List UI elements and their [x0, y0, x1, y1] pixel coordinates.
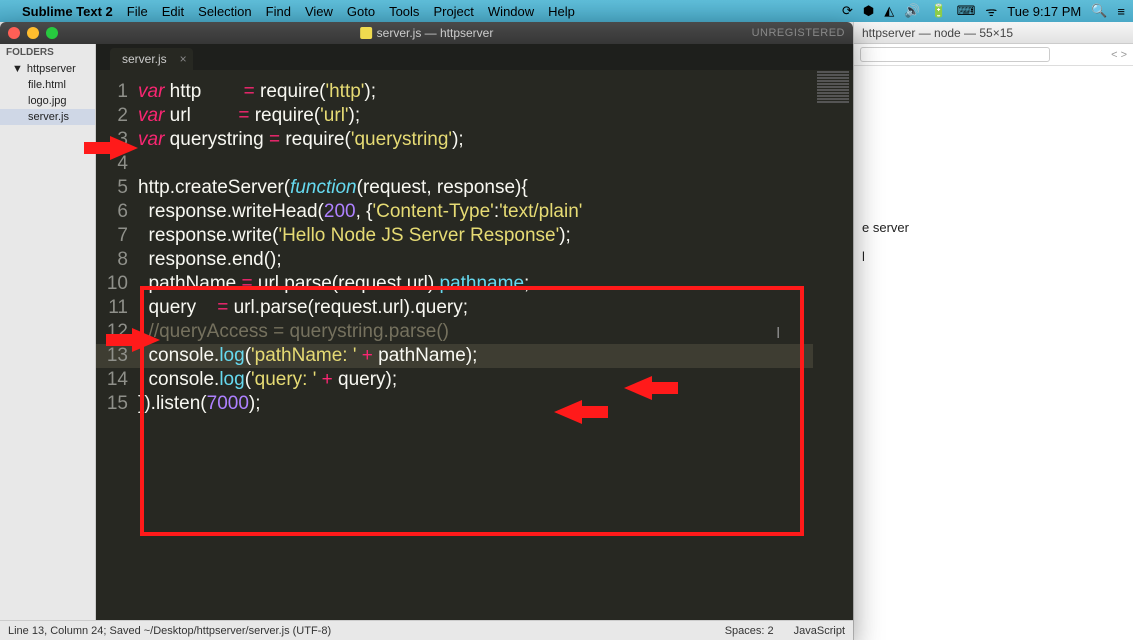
window-title: server.js — httpserver: [377, 26, 494, 40]
tab-label: server.js: [122, 52, 167, 66]
sublime-titlebar[interactable]: server.js — httpserver UNREGISTERED: [0, 22, 853, 44]
lang-icon[interactable]: ⌨︎: [957, 3, 976, 19]
zoom-icon[interactable]: [46, 27, 58, 39]
terminal-window[interactable]: httpserver — node — 55×15 < > e server l: [853, 22, 1133, 640]
minimap[interactable]: [813, 70, 853, 620]
menubar-right: ⟳ ⬢ ◭ 🔊 🔋 ⌨︎ ᯤ Tue 9:17 PM 🔍 ≡: [842, 2, 1125, 20]
minimize-icon[interactable]: [27, 27, 39, 39]
line-number: 7: [96, 224, 138, 248]
drive-icon[interactable]: ◭: [884, 3, 894, 19]
terminal-nav[interactable]: < >: [1111, 49, 1127, 61]
sidebar-file[interactable]: file.html: [0, 77, 95, 93]
mac-menubar: Sublime Text 2 File Edit Selection Find …: [0, 0, 1133, 22]
status-language[interactable]: JavaScript: [794, 625, 845, 637]
sidebar-header: FOLDERS: [0, 44, 95, 61]
disclosure-triangle-icon[interactable]: ▼: [12, 63, 23, 75]
editor: server.js × 1var http = require('http');…: [96, 44, 853, 620]
spotlight-icon[interactable]: 🔍: [1091, 3, 1107, 19]
line-number: 8: [96, 248, 138, 272]
terminal-line: l: [862, 249, 1125, 264]
terminal-line: e server: [862, 220, 1125, 235]
sidebar-folder[interactable]: ▼ httpserver: [0, 61, 95, 77]
annotation-arrow: [110, 136, 138, 160]
app-name[interactable]: Sublime Text 2: [22, 4, 113, 19]
notifications-icon[interactable]: ≡: [1117, 4, 1125, 19]
battery-icon[interactable]: 🔋: [930, 3, 946, 19]
status-left: Line 13, Column 24; Saved ~/Desktop/http…: [8, 625, 331, 637]
line-number: 15: [96, 392, 138, 416]
unregistered-label: UNREGISTERED: [752, 27, 845, 39]
js-file-icon: [360, 27, 372, 39]
sync-icon[interactable]: ⟳: [842, 3, 853, 19]
terminal-addressbar[interactable]: [860, 47, 1050, 62]
annotation-arrow: [554, 400, 582, 424]
sublime-window: server.js — httpserver UNREGISTERED FOLD…: [0, 22, 853, 640]
wifi-icon[interactable]: ᯤ: [985, 2, 997, 20]
menu-view[interactable]: View: [305, 4, 333, 19]
sidebar[interactable]: FOLDERS ▼ httpserver file.html logo.jpg …: [0, 44, 96, 620]
menu-window[interactable]: Window: [488, 4, 534, 19]
clock[interactable]: Tue 9:17 PM: [1007, 4, 1081, 19]
line-number: 1: [96, 80, 138, 104]
menu-edit[interactable]: Edit: [162, 4, 184, 19]
terminal-toolbar: < >: [854, 44, 1133, 66]
menu-selection[interactable]: Selection: [198, 4, 251, 19]
sidebar-file-selected[interactable]: server.js: [0, 109, 95, 125]
terminal-body[interactable]: e server l: [854, 66, 1133, 268]
code-area[interactable]: 1var http = require('http'); 2var url = …: [96, 70, 853, 620]
menu-project[interactable]: Project: [433, 4, 473, 19]
volume-icon[interactable]: 🔊: [904, 3, 920, 19]
menu-find[interactable]: Find: [266, 4, 291, 19]
sidebar-folder-name: httpserver: [27, 63, 76, 75]
sidebar-file[interactable]: logo.jpg: [0, 93, 95, 109]
annotation-arrow: [624, 376, 652, 400]
annotation-box: [140, 286, 804, 536]
dropbox-icon[interactable]: ⬢: [863, 3, 874, 19]
menu-file[interactable]: File: [127, 4, 148, 19]
status-spaces[interactable]: Spaces: 2: [725, 625, 774, 637]
line-number: 14: [96, 368, 138, 392]
menu-goto[interactable]: Goto: [347, 4, 375, 19]
line-number: 2: [96, 104, 138, 128]
status-bar[interactable]: Line 13, Column 24; Saved ~/Desktop/http…: [0, 620, 853, 640]
tab-server-js[interactable]: server.js ×: [110, 48, 193, 70]
terminal-title: httpserver — node — 55×15: [862, 26, 1013, 40]
text-cursor-icon: I: [776, 322, 780, 346]
terminal-titlebar[interactable]: httpserver — node — 55×15: [854, 22, 1133, 44]
tab-bar[interactable]: server.js ×: [96, 44, 853, 70]
close-icon[interactable]: [8, 27, 20, 39]
line-number: 5: [96, 176, 138, 200]
annotation-arrow: [132, 328, 160, 352]
line-number: 10: [96, 272, 138, 296]
line-number: 6: [96, 200, 138, 224]
close-tab-icon[interactable]: ×: [180, 52, 187, 66]
menu-tools[interactable]: Tools: [389, 4, 419, 19]
menu-help[interactable]: Help: [548, 4, 575, 19]
line-number: 11: [96, 296, 138, 320]
